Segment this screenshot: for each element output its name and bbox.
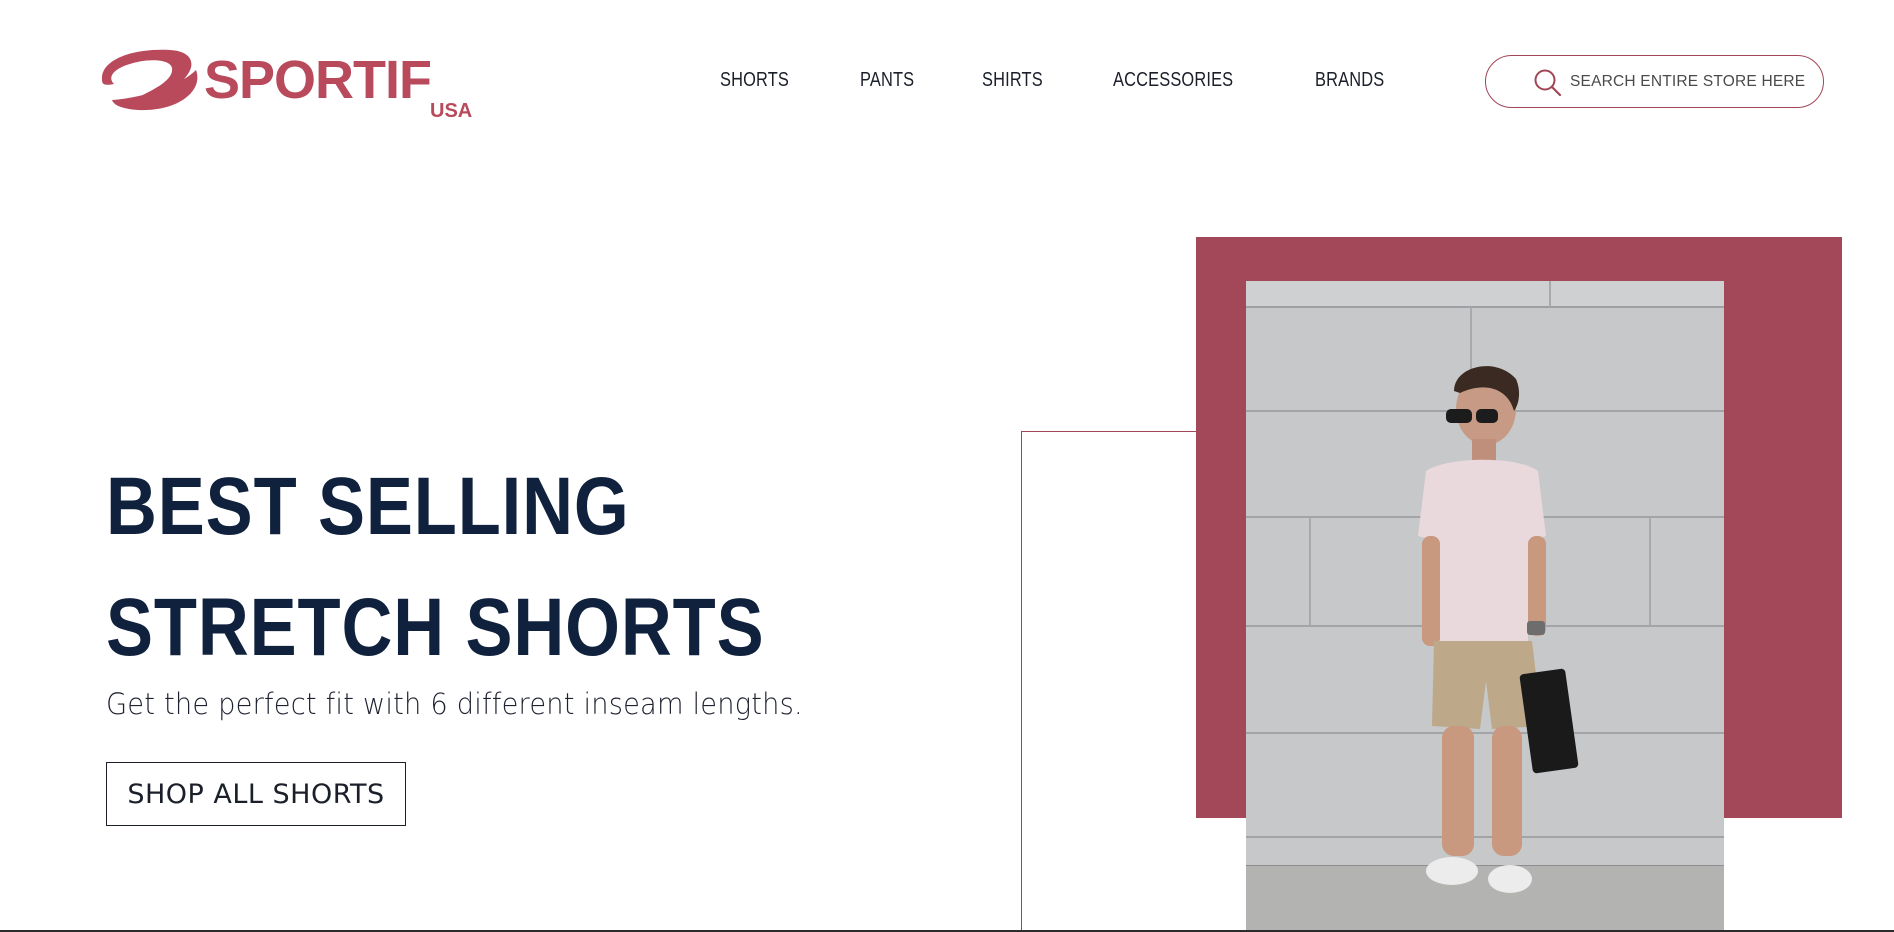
hero-title-line-2: STRETCH SHORTS bbox=[106, 582, 765, 673]
hero-title: BEST SELLING STRETCH SHORTS bbox=[106, 446, 765, 688]
nav-item-accessories[interactable]: ACCESSORIES bbox=[1113, 69, 1233, 92]
hero-photo bbox=[1246, 281, 1724, 932]
search-icon[interactable] bbox=[1532, 68, 1562, 98]
main-nav: SHORTS PANTS SHIRTS ACCESSORIES BRANDS bbox=[720, 69, 1456, 92]
shop-all-shorts-button[interactable]: SHOP ALL SHORTS bbox=[106, 762, 406, 826]
search-input[interactable] bbox=[1570, 66, 1810, 97]
sportif-logo-icon: SPORTIF USA bbox=[101, 49, 472, 120]
svg-text:SPORTIF: SPORTIF bbox=[204, 50, 431, 110]
svg-text:USA: USA bbox=[430, 100, 472, 120]
nav-item-brands[interactable]: BRANDS bbox=[1315, 69, 1384, 92]
nav-item-shirts[interactable]: SHIRTS bbox=[982, 69, 1043, 92]
search-box[interactable] bbox=[1485, 55, 1824, 108]
hero-title-line-1: BEST SELLING bbox=[106, 461, 630, 552]
nav-item-shorts[interactable]: SHORTS bbox=[720, 69, 789, 92]
man-in-shorts-image bbox=[1246, 281, 1724, 932]
nav-item-pants[interactable]: PANTS bbox=[860, 69, 914, 92]
brand-logo[interactable]: SPORTIF USA bbox=[92, 40, 486, 120]
hero-subtitle: Get the perfect fit with 6 different ins… bbox=[106, 687, 803, 721]
